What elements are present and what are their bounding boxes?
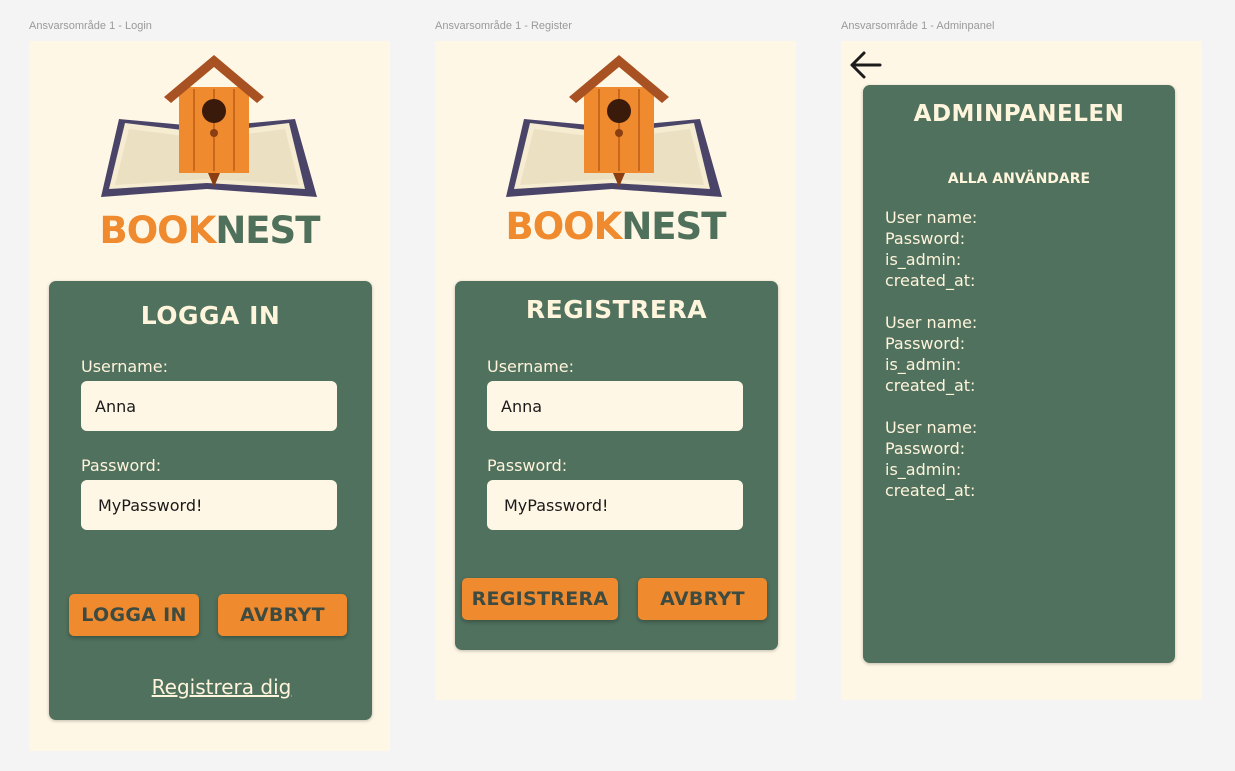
user-username-label: User name: bbox=[885, 418, 978, 437]
brand-part-nest: NEST bbox=[215, 209, 320, 252]
register-link[interactable]: Registrera dig bbox=[49, 675, 372, 699]
user-is-admin-label: is_admin: bbox=[885, 460, 962, 479]
username-label: Username: bbox=[81, 357, 168, 376]
user-password-label: Password: bbox=[885, 334, 966, 353]
register-button[interactable]: REGISTRERA bbox=[462, 578, 618, 620]
brand-part-book: BOOK bbox=[505, 205, 623, 248]
register-title: REGISTRERA bbox=[525, 295, 708, 324]
birdhouse-book-icon bbox=[506, 55, 722, 197]
cancel-button[interactable]: AVBRYT bbox=[218, 594, 347, 636]
user-entry: User name: Password: is_admin: created_a… bbox=[885, 312, 977, 396]
frame-label-admin: Ansvarsområde 1 - Adminpanel bbox=[841, 20, 995, 32]
username-input[interactable] bbox=[487, 381, 743, 431]
user-username-label: User name: bbox=[885, 208, 978, 227]
register-panel: REGISTRERA Username: Password: REGISTRER… bbox=[455, 281, 778, 650]
frame-label-register: Ansvarsområde 1 - Register bbox=[435, 20, 572, 32]
password-input[interactable] bbox=[81, 480, 337, 530]
user-password-label: Password: bbox=[885, 439, 966, 458]
password-input[interactable] bbox=[487, 480, 743, 530]
admin-subtitle: ALLA ANVÄNDARE bbox=[947, 171, 1091, 187]
brand-part-nest: NEST bbox=[621, 205, 726, 248]
brand-part-book: BOOK bbox=[99, 209, 217, 252]
user-is-admin-label: is_admin: bbox=[885, 250, 962, 269]
password-label: Password: bbox=[81, 456, 162, 475]
login-panel: LOGGA IN Username: Password: LOGGA IN AV… bbox=[49, 281, 372, 720]
user-password-label: Password: bbox=[885, 229, 966, 248]
user-entry: User name: Password: is_admin: created_a… bbox=[885, 417, 977, 501]
login-title: LOGGA IN bbox=[140, 301, 281, 330]
birdhouse-book-icon bbox=[101, 55, 317, 197]
login-button[interactable]: LOGGA IN bbox=[69, 594, 199, 636]
user-created-at-label: created_at: bbox=[885, 481, 976, 500]
admin-panel: ADMINPANELEN ALLA ANVÄNDARE User name: P… bbox=[863, 85, 1175, 663]
username-label: Username: bbox=[487, 357, 574, 376]
user-username-label: User name: bbox=[885, 313, 978, 332]
brand-wordmark: BOOKNEST bbox=[29, 209, 390, 252]
user-created-at-label: created_at: bbox=[885, 271, 976, 290]
register-frame: BOOKNEST REGISTRERA Username: Password: … bbox=[435, 41, 796, 700]
password-label: Password: bbox=[487, 456, 568, 475]
user-is-admin-label: is_admin: bbox=[885, 355, 962, 374]
login-frame: BOOKNEST LOGGA IN Username: Password: LO… bbox=[29, 41, 390, 751]
user-created-at-label: created_at: bbox=[885, 376, 976, 395]
arrow-left-icon[interactable] bbox=[847, 49, 883, 85]
username-input[interactable] bbox=[81, 381, 337, 431]
admin-frame: ADMINPANELEN ALLA ANVÄNDARE User name: P… bbox=[841, 41, 1202, 700]
frame-label-login: Ansvarsområde 1 - Login bbox=[29, 20, 152, 32]
cancel-button[interactable]: AVBRYT bbox=[638, 578, 767, 620]
user-entry: User name: Password: is_admin: created_a… bbox=[885, 207, 977, 291]
admin-title: ADMINPANELEN bbox=[913, 101, 1125, 127]
brand-wordmark: BOOKNEST bbox=[435, 205, 796, 248]
